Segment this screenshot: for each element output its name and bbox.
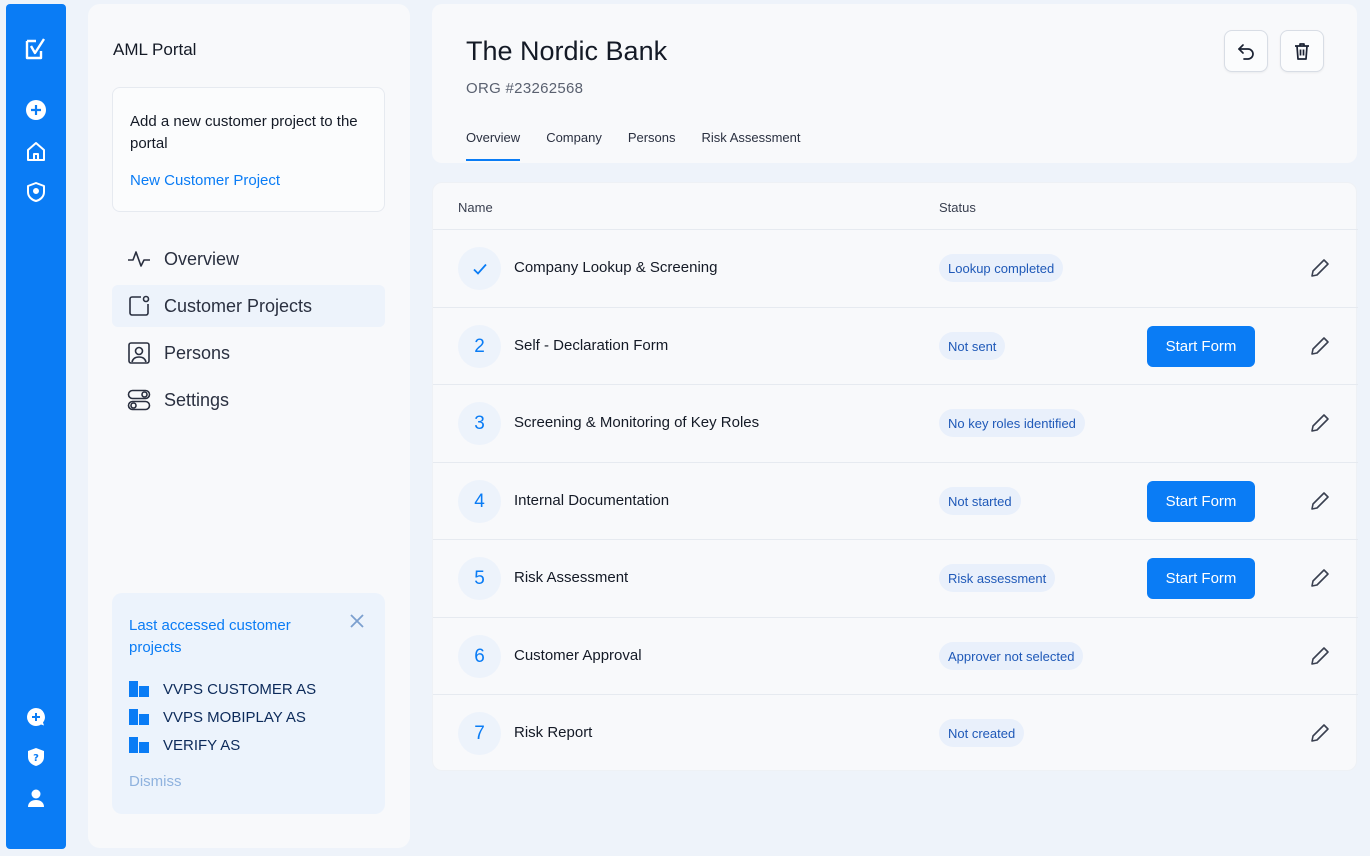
edit-pencil-icon[interactable] — [1309, 335, 1331, 357]
sidebar-item-overview[interactable]: Overview — [112, 238, 385, 280]
person-card-icon — [126, 340, 152, 366]
recent-project-name: VVPS CUSTOMER AS — [163, 680, 317, 698]
sidebar-item-label: Settings — [164, 389, 230, 410]
new-customer-project-link[interactable]: New Customer Project — [130, 172, 280, 189]
step-name: Self - Declaration Form — [514, 337, 669, 354]
status-badge: Risk assessment — [939, 564, 1056, 592]
step-name: Internal Documentation — [514, 492, 670, 509]
step-complete-icon — [458, 247, 501, 290]
sidebar-item-persons[interactable]: Persons — [112, 332, 385, 374]
step-name: Company Lookup & Screening — [514, 259, 718, 276]
status-badge: Approver not selected — [939, 642, 1084, 670]
add-icon[interactable] — [24, 98, 48, 122]
step-number: 3 — [458, 402, 501, 445]
start-form-button[interactable]: Start Form — [1147, 558, 1255, 599]
building-icon — [129, 681, 149, 697]
table-row[interactable]: 2 Self - Declaration Form Not sent Start… — [433, 307, 1358, 385]
table-row[interactable]: Company Lookup & Screening Lookup comple… — [433, 229, 1358, 307]
edit-pencil-icon[interactable] — [1309, 412, 1331, 434]
page-title: The Nordic Bank — [466, 36, 668, 66]
table-row[interactable]: 6 Customer Approval Approver not selecte… — [433, 617, 1358, 695]
step-name: Screening & Monitoring of Key Roles — [514, 414, 760, 431]
table-row[interactable]: 5 Risk Assessment Risk assessment Start … — [433, 539, 1358, 617]
promo-text: Add a new customer project to the portal — [130, 113, 358, 152]
sidebar-item-label: Overview — [164, 248, 240, 269]
recent-project-name: VERIFY AS — [163, 736, 241, 754]
svg-text:?: ? — [33, 753, 39, 764]
edit-pencil-icon[interactable] — [1309, 645, 1331, 667]
trash-icon — [1295, 43, 1309, 60]
step-name: Risk Assessment — [514, 569, 629, 586]
edit-pencil-icon[interactable] — [1309, 257, 1331, 279]
start-form-button[interactable]: Start Form — [1147, 326, 1255, 367]
status-badge: Not sent — [939, 332, 1006, 360]
chat-add-icon[interactable] — [24, 705, 48, 729]
sidebar-item-label: Persons — [164, 342, 231, 363]
tab-persons[interactable]: Persons — [628, 130, 676, 155]
building-icon — [129, 737, 149, 753]
recent-projects-title: Last accessed customer projects — [129, 617, 291, 656]
step-name: Customer Approval — [514, 647, 642, 664]
edit-pencil-icon[interactable] — [1309, 567, 1331, 589]
recent-project-name: VVPS MOBIPLAY AS — [163, 708, 306, 726]
shield-icon[interactable] — [24, 180, 48, 204]
help-shield-icon[interactable]: ? — [24, 745, 48, 769]
status-badge: No key roles identified — [939, 409, 1085, 437]
edit-pencil-icon[interactable] — [1309, 722, 1331, 744]
recent-projects-list: VVPS CUSTOMER AS VVPS MOBIPLAY AS VERIFY… — [129, 675, 316, 759]
close-icon[interactable] — [349, 613, 365, 629]
dismiss-link[interactable]: Dismiss — [129, 773, 182, 790]
step-number: 7 — [458, 712, 501, 755]
home-icon[interactable] — [24, 139, 48, 163]
step-number: 2 — [458, 325, 501, 368]
steps-table: Name Status Company Lookup & Screening L… — [432, 182, 1358, 772]
table-row[interactable]: 3 Screening & Monitoring of Key Roles No… — [433, 384, 1358, 462]
recent-project-item[interactable]: VVPS CUSTOMER AS — [129, 675, 316, 703]
column-header-name: Name — [458, 200, 493, 215]
sidebar-nav: Overview Customer Projects Persons Setti… — [112, 238, 385, 426]
org-header: The Nordic Bank ORG #23262568 Overview C… — [432, 4, 1357, 163]
status-badge: Lookup completed — [939, 254, 1064, 282]
recent-project-item[interactable]: VERIFY AS — [129, 731, 316, 759]
building-icon — [129, 709, 149, 725]
toggles-icon — [126, 387, 152, 413]
start-form-button[interactable]: Start Form — [1147, 481, 1255, 522]
sidebar-item-customer-projects[interactable]: Customer Projects — [112, 285, 385, 327]
logo-icon[interactable] — [24, 37, 48, 61]
projects-icon — [126, 293, 152, 319]
table-row[interactable]: 7 Risk Report Not created — [433, 694, 1358, 772]
user-avatar-icon[interactable] — [24, 786, 48, 810]
status-badge: Not started — [939, 487, 1021, 515]
table-row[interactable]: 4 Internal Documentation Not started Sta… — [433, 462, 1358, 540]
column-header-status: Status — [939, 200, 976, 215]
undo-icon — [1238, 44, 1254, 60]
tab-overview[interactable]: Overview — [466, 130, 521, 161]
org-tabs: Overview Company Persons Risk Assessment — [466, 130, 827, 161]
app-title: AML Portal — [113, 40, 197, 59]
sidebar: AML Portal Add a new customer project to… — [88, 4, 410, 848]
edit-pencil-icon[interactable] — [1309, 490, 1331, 512]
step-number: 6 — [458, 635, 501, 678]
step-number: 4 — [458, 480, 501, 523]
sidebar-item-label: Customer Projects — [164, 295, 313, 316]
tab-company[interactable]: Company — [546, 130, 602, 155]
status-badge: Not created — [939, 719, 1025, 747]
undo-button[interactable] — [1224, 30, 1268, 72]
step-number: 5 — [458, 557, 501, 600]
recent-projects-panel: Last accessed customer projects VVPS CUS… — [112, 593, 385, 814]
tab-risk-assessment[interactable]: Risk Assessment — [702, 130, 801, 155]
delete-button[interactable] — [1280, 30, 1324, 72]
step-name: Risk Report — [514, 724, 593, 741]
activity-icon — [126, 246, 152, 272]
org-number: ORG #23262568 — [466, 80, 584, 97]
sidebar-item-settings[interactable]: Settings — [112, 379, 385, 421]
app-rail: ? — [6, 4, 66, 849]
new-project-card: Add a new customer project to the portal… — [112, 87, 385, 212]
recent-project-item[interactable]: VVPS MOBIPLAY AS — [129, 703, 316, 731]
